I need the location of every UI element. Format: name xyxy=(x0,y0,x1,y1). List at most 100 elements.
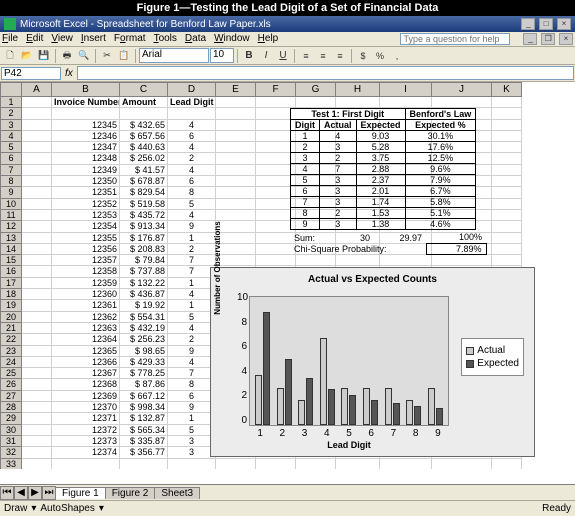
sheet-tab-2[interactable]: Figure 2 xyxy=(105,487,156,499)
cell[interactable] xyxy=(168,459,216,470)
cell[interactable]: $ 429.33 xyxy=(120,357,168,368)
row-header[interactable]: 21 xyxy=(0,323,22,334)
cell[interactable] xyxy=(216,165,256,176)
menu-help[interactable]: Help xyxy=(258,33,279,45)
preview-icon[interactable]: 🔍 xyxy=(76,48,92,64)
cell[interactable] xyxy=(22,176,52,187)
cell[interactable]: 2 xyxy=(168,244,216,255)
cell[interactable] xyxy=(216,221,256,232)
fx-icon[interactable]: fx xyxy=(65,68,73,79)
cell[interactable] xyxy=(492,199,522,210)
cell[interactable] xyxy=(216,187,256,198)
align-left-icon[interactable]: ≡ xyxy=(298,48,314,64)
cell[interactable] xyxy=(22,221,52,232)
row-header[interactable]: 2 xyxy=(0,108,22,119)
cell[interactable]: $ 436.87 xyxy=(120,289,168,300)
cut-icon[interactable]: ✂ xyxy=(99,48,115,64)
cell[interactable]: $ 435.72 xyxy=(120,210,168,221)
row-header[interactable]: 15 xyxy=(0,255,22,266)
cell[interactable]: $ 41.57 xyxy=(120,165,168,176)
cell[interactable] xyxy=(216,233,256,244)
cell[interactable] xyxy=(22,402,52,413)
cell[interactable] xyxy=(22,346,52,357)
cell[interactable]: 4 xyxy=(168,210,216,221)
copy-icon[interactable]: 📋 xyxy=(116,48,132,64)
cell[interactable] xyxy=(22,131,52,142)
cell[interactable] xyxy=(168,108,216,119)
col-header-A[interactable]: A xyxy=(22,82,52,97)
cell[interactable]: $ 829.54 xyxy=(120,187,168,198)
cell[interactable]: 12367 xyxy=(52,368,120,379)
row-header[interactable]: 16 xyxy=(0,266,22,277)
cell[interactable]: Lead Digit xyxy=(168,97,216,108)
help-search[interactable] xyxy=(400,33,510,45)
cell[interactable]: 12354 xyxy=(52,221,120,232)
cell[interactable] xyxy=(52,108,120,119)
cell[interactable] xyxy=(380,97,432,108)
cell[interactable]: 12366 xyxy=(52,357,120,368)
row-header[interactable]: 30 xyxy=(0,425,22,436)
cell[interactable]: 12365 xyxy=(52,346,120,357)
menu-tools[interactable]: Tools xyxy=(154,33,177,45)
col-header-C[interactable]: C xyxy=(120,82,168,97)
cell[interactable]: 12374 xyxy=(52,447,120,458)
cell[interactable]: $ 667.12 xyxy=(120,391,168,402)
cell[interactable] xyxy=(22,413,52,424)
cell[interactable]: $ 79.84 xyxy=(120,255,168,266)
cell[interactable] xyxy=(22,153,52,164)
cell[interactable]: 1 xyxy=(168,413,216,424)
col-header-B[interactable]: B xyxy=(52,82,120,97)
row-header[interactable]: 27 xyxy=(0,391,22,402)
row-header[interactable]: 4 xyxy=(0,131,22,142)
tab-last-icon[interactable]: ⏭ xyxy=(42,486,56,500)
cell[interactable] xyxy=(432,459,492,470)
row-header[interactable]: 12 xyxy=(0,221,22,232)
row-header[interactable]: 29 xyxy=(0,413,22,424)
row-header[interactable]: 5 xyxy=(0,142,22,153)
cell[interactable]: 12347 xyxy=(52,142,120,153)
cell[interactable] xyxy=(492,131,522,142)
row-header[interactable]: 19 xyxy=(0,300,22,311)
menu-format[interactable]: Format xyxy=(114,33,146,45)
doc-minimize-button[interactable]: _ xyxy=(523,33,537,45)
cell[interactable]: 12364 xyxy=(52,334,120,345)
cell[interactable]: 12350 xyxy=(52,176,120,187)
row-header[interactable]: 8 xyxy=(0,176,22,187)
select-all-corner[interactable] xyxy=(0,82,22,97)
cell[interactable] xyxy=(296,255,336,266)
cell[interactable]: 12356 xyxy=(52,244,120,255)
cell[interactable]: 9 xyxy=(168,402,216,413)
cell[interactable] xyxy=(22,108,52,119)
tab-first-icon[interactable]: ⏮ xyxy=(0,486,14,500)
cell[interactable]: $ 356.77 xyxy=(120,447,168,458)
cell[interactable]: $ 998.34 xyxy=(120,402,168,413)
doc-close-button[interactable]: × xyxy=(559,33,573,45)
row-header[interactable]: 3 xyxy=(0,120,22,131)
row-header[interactable]: 22 xyxy=(0,334,22,345)
cell[interactable] xyxy=(22,266,52,277)
cell[interactable]: $ 519.58 xyxy=(120,199,168,210)
cell[interactable]: 12358 xyxy=(52,266,120,277)
cell[interactable] xyxy=(216,120,256,131)
row-header[interactable]: 11 xyxy=(0,210,22,221)
tab-next-icon[interactable]: ▶ xyxy=(28,486,42,500)
cell[interactable]: 9 xyxy=(168,346,216,357)
menu-file[interactable]: File xyxy=(2,33,18,45)
tab-prev-icon[interactable]: ◀ xyxy=(14,486,28,500)
cell[interactable]: 12360 xyxy=(52,289,120,300)
cell[interactable]: 4 xyxy=(168,142,216,153)
minimize-button[interactable]: _ xyxy=(521,18,535,30)
cell[interactable] xyxy=(216,210,256,221)
row-header[interactable]: 6 xyxy=(0,153,22,164)
cell[interactable] xyxy=(22,300,52,311)
menu-insert[interactable]: Insert xyxy=(81,33,106,45)
cell[interactable] xyxy=(120,108,168,119)
cell[interactable] xyxy=(216,153,256,164)
menu-data[interactable]: Data xyxy=(185,33,206,45)
cell[interactable] xyxy=(216,97,256,108)
cell[interactable] xyxy=(492,142,522,153)
cell[interactable]: $ 440.63 xyxy=(120,142,168,153)
cell[interactable]: 12371 xyxy=(52,413,120,424)
cell[interactable] xyxy=(256,97,296,108)
align-center-icon[interactable]: ≡ xyxy=(315,48,331,64)
